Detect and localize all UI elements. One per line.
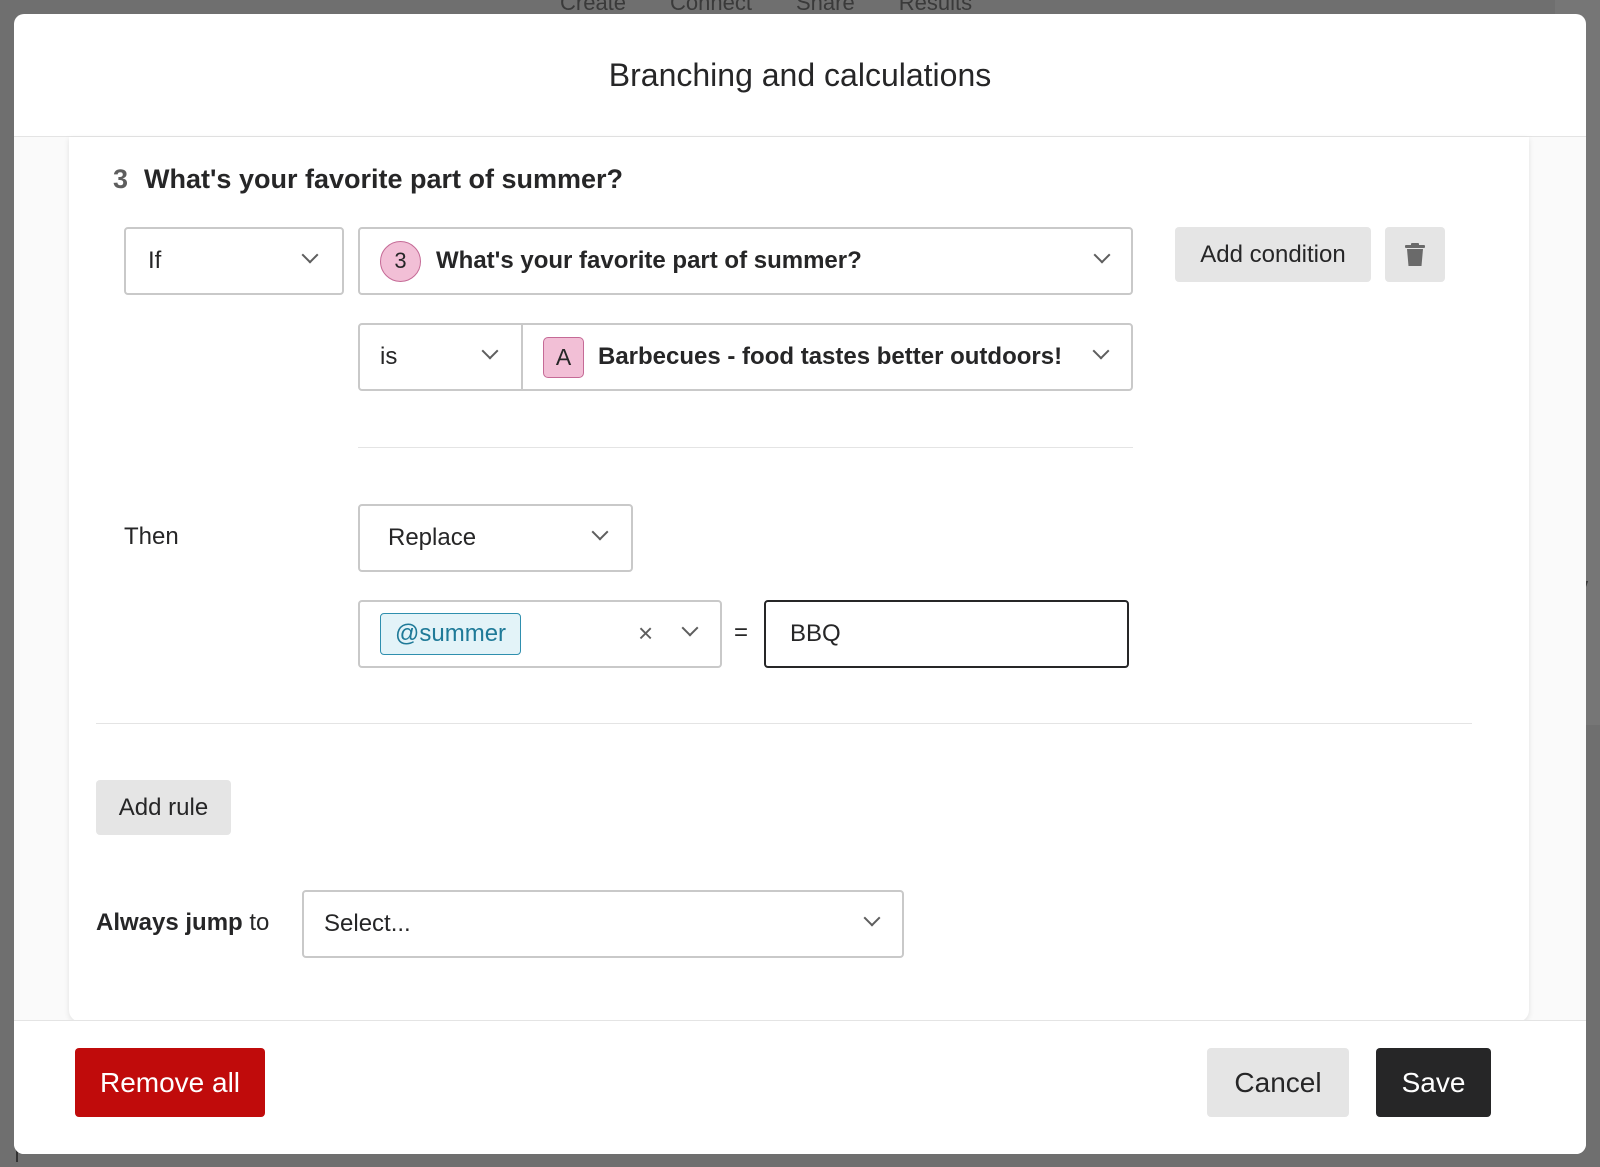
- comparator-value: is: [380, 343, 398, 370]
- chevron-down-icon: [863, 909, 881, 927]
- chevron-down-icon: [681, 619, 699, 637]
- equals-sign: =: [734, 619, 749, 646]
- chevron-down-icon: [591, 523, 609, 541]
- modal-title: Branching and calculations: [608, 56, 992, 93]
- remove-all-button[interactable]: Remove all: [75, 1048, 265, 1117]
- chevron-down-icon: [301, 246, 319, 264]
- if-operator-select[interactable]: If: [124, 227, 344, 295]
- if-operator-value: If: [148, 247, 162, 274]
- answer-value: Barbecues - food tastes better outdoors!: [598, 343, 1063, 370]
- cancel-button[interactable]: Cancel: [1207, 1048, 1349, 1117]
- comparator-select[interactable]: is: [360, 325, 523, 389]
- variable-select[interactable]: @summer ×: [358, 600, 722, 668]
- then-label: Then: [124, 523, 179, 550]
- save-button[interactable]: Save: [1376, 1048, 1491, 1117]
- question-title: What's your favorite part of summer?: [144, 164, 624, 194]
- clear-icon[interactable]: ×: [638, 618, 653, 649]
- branching-modal: Branching and calculations 3 What's your…: [14, 14, 1586, 1154]
- add-condition-button[interactable]: Add condition: [1175, 227, 1371, 282]
- chevron-down-icon: [481, 342, 499, 360]
- replacement-value-input[interactable]: BBQ: [764, 600, 1129, 668]
- always-jump-placeholder: Select...: [324, 910, 411, 937]
- question-field-select[interactable]: 3 What's your favorite part of summer?: [358, 227, 1133, 295]
- trash-icon: [1405, 242, 1425, 266]
- chevron-down-icon: [1092, 342, 1110, 360]
- answer-letter-badge: A: [543, 336, 584, 378]
- action-type-select[interactable]: Replace: [358, 504, 633, 572]
- answer-value-select[interactable]: A Barbecues - food tastes better outdoor…: [523, 325, 1131, 389]
- question-heading: 3 What's your favorite part of summer?: [113, 164, 623, 195]
- always-jump-label-rest: to: [242, 909, 270, 936]
- chevron-down-icon: [1093, 246, 1111, 264]
- question-number: 3: [113, 164, 129, 194]
- always-jump-label: Always jump to: [96, 909, 269, 937]
- modal-header: Branching and calculations: [14, 14, 1586, 137]
- delete-condition-button[interactable]: [1385, 227, 1445, 282]
- modal-footer: Remove all Cancel Save: [14, 1020, 1586, 1154]
- condition-value-group: is A Barbecues - food tastes better outd…: [358, 323, 1133, 391]
- question-field-value: What's your favorite part of summer?: [436, 247, 862, 274]
- rule-divider: [96, 723, 1472, 724]
- always-jump-label-bold: Always jump: [96, 909, 243, 936]
- rule-card: 3 What's your favorite part of summer? I…: [69, 137, 1529, 1022]
- question-number-badge: 3: [380, 240, 421, 282]
- always-jump-select[interactable]: Select...: [302, 890, 904, 958]
- action-type-value: Replace: [388, 524, 477, 551]
- add-rule-button[interactable]: Add rule: [96, 780, 231, 835]
- modal-body[interactable]: 3 What's your favorite part of summer? I…: [14, 137, 1586, 1042]
- condition-divider: [358, 447, 1133, 448]
- variable-tag[interactable]: @summer: [380, 613, 522, 655]
